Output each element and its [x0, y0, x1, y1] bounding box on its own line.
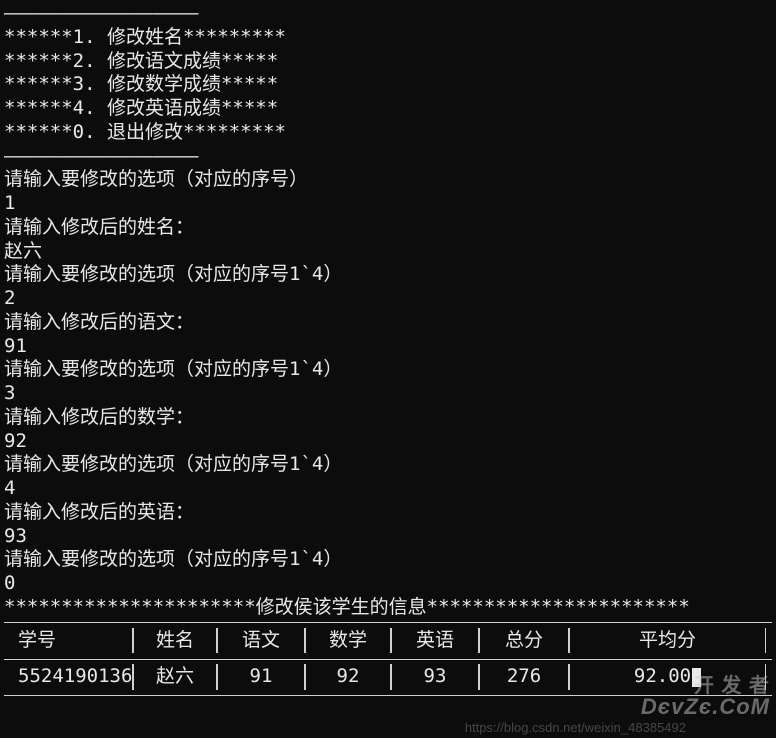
menu-item-4: ******4. 修改英语成绩*****: [4, 97, 772, 121]
watermark-logo-en: DєvZє.CoM: [641, 694, 770, 719]
prompt-new-chinese: 请输入修改后的语文：: [4, 311, 772, 335]
user-input-0[interactable]: 0: [4, 572, 772, 596]
user-input-1[interactable]: 1: [4, 192, 772, 216]
cell-total: 276: [480, 664, 570, 689]
prompt-select-option-3: 请输入要修改的选项（对应的序号1`4）: [4, 358, 772, 382]
result-header: **********************修改侯该学生的信息*********…: [4, 596, 772, 620]
header-avg: 平均分: [570, 628, 766, 654]
cell-english: 93: [392, 664, 480, 689]
prompt-select-option-2: 请输入要修改的选项（对应的序号1`4）: [4, 263, 772, 287]
prompt-select-option-5: 请输入要修改的选项（对应的序号1`4）: [4, 548, 772, 572]
prompt-new-name: 请输入修改后的姓名：: [4, 216, 772, 240]
menu-item-0: ******0. 退出修改*********: [4, 121, 772, 145]
cell-math: 92: [306, 664, 392, 689]
menu-item-1: ******1. 修改姓名*********: [4, 26, 772, 50]
cell-id: 5524190136: [4, 664, 134, 689]
cell-name: 赵六: [134, 664, 218, 689]
student-info-table: 学号 姓名 语文 数学 英语 总分 平均分 5524190136 赵六 91 9…: [4, 622, 772, 696]
table-data-row: 5524190136 赵六 91 92 93 276 92.00: [4, 660, 772, 696]
prompt-new-english: 请输入修改后的英语：: [4, 501, 772, 525]
user-input-name[interactable]: 赵六: [4, 240, 772, 264]
console-output: ————————————————— ******1. 修改姓名*********…: [4, 2, 772, 696]
table-header-row: 学号 姓名 语文 数学 英语 总分 平均分: [4, 622, 772, 660]
menu-item-2: ******2. 修改语文成绩*****: [4, 50, 772, 74]
header-math: 数学: [306, 628, 392, 654]
menu-item-3: ******3. 修改数学成绩*****: [4, 73, 772, 97]
header-english: 英语: [392, 628, 480, 654]
cell-chinese: 91: [218, 664, 306, 689]
user-input-english[interactable]: 93: [4, 525, 772, 549]
header-chinese: 语文: [218, 628, 306, 654]
user-input-3[interactable]: 3: [4, 382, 772, 406]
prompt-new-math: 请输入修改后的数学：: [4, 406, 772, 430]
cell-avg-value: 92.00: [634, 665, 691, 689]
header-name: 姓名: [134, 628, 218, 654]
header-id: 学号: [4, 628, 134, 654]
watermark-url: https://blog.csdn.net/weixin_48385492: [465, 720, 686, 736]
user-input-math[interactable]: 92: [4, 430, 772, 454]
text-cursor: [692, 668, 701, 687]
header-total: 总分: [480, 628, 570, 654]
cell-avg: 92.00: [570, 664, 766, 689]
user-input-chinese[interactable]: 91: [4, 335, 772, 359]
prompt-select-option: 请输入要修改的选项（对应的序号）: [4, 168, 772, 192]
menu-divider-bottom: —————————————————: [4, 145, 772, 169]
prompt-select-option-4: 请输入要修改的选项（对应的序号1`4）: [4, 453, 772, 477]
user-input-4[interactable]: 4: [4, 477, 772, 501]
menu-divider-top: —————————————————: [4, 2, 772, 26]
user-input-2[interactable]: 2: [4, 287, 772, 311]
